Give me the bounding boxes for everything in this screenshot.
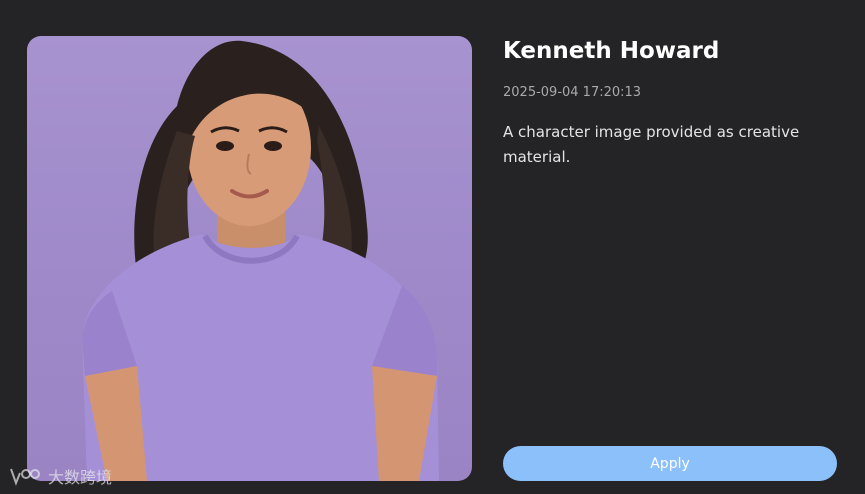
watermark-logo-icon — [10, 468, 40, 486]
watermark-text: 大数跨境 — [48, 468, 113, 487]
profile-info: Kenneth Howard 2025-09-04 17:20:13 A cha… — [503, 34, 838, 170]
watermark: 大数跨境 — [8, 464, 112, 488]
profile-name: Kenneth Howard — [503, 38, 720, 64]
apply-button[interactable]: Apply — [503, 446, 837, 481]
profile-timestamp: 2025-09-04 17:20:13 — [503, 85, 642, 100]
profile-description: A character image provided as creative m… — [503, 123, 800, 166]
portrait-illustration — [82, 40, 439, 481]
character-image — [27, 36, 472, 481]
